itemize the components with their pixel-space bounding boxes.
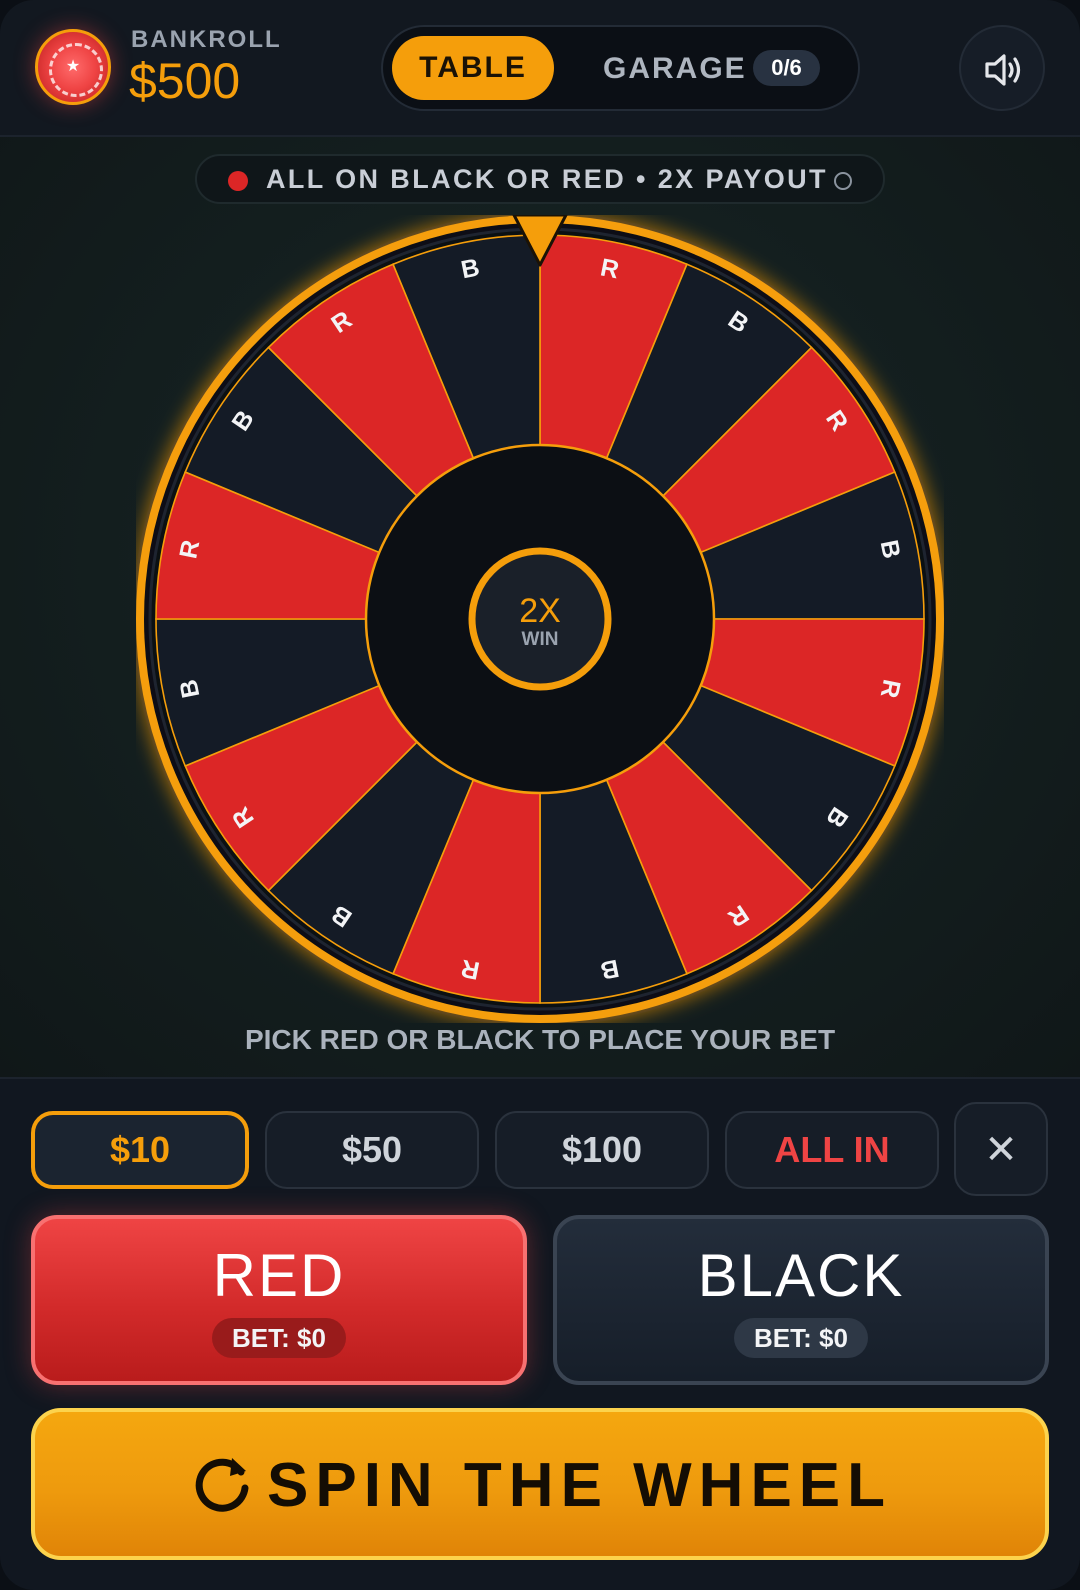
roulette-wheel: RBRBRBRBRBRBRBRB 2X WIN bbox=[136, 213, 944, 1023]
refresh-icon bbox=[195, 1458, 249, 1512]
bet-instruction: PICK RED OR BLACK TO PLACE YOUR BET bbox=[244, 1024, 836, 1055]
spin-wheel-button[interactable]: SPIN THE WHEEL bbox=[31, 1408, 1049, 1560]
center-win-label: WIN bbox=[522, 629, 559, 650]
bet-black-label: BLACK bbox=[697, 1242, 905, 1309]
garage-count-badge: 0/6 bbox=[753, 50, 820, 86]
speaker-icon bbox=[985, 54, 1021, 86]
view-switcher: TABLE GARAGE 0/6 bbox=[381, 25, 860, 111]
tab-garage[interactable]: GARAGE bbox=[603, 52, 747, 86]
bankroll-value: $500 bbox=[129, 53, 241, 109]
tab-table[interactable]: TABLE bbox=[392, 36, 554, 100]
amount-10-button[interactable]: $10 bbox=[31, 1111, 249, 1189]
sound-toggle-button[interactable] bbox=[959, 25, 1045, 111]
casino-chip-icon: ★ bbox=[35, 29, 111, 105]
all-in-button[interactable]: ALL IN bbox=[725, 1111, 939, 1189]
bet-red-label: RED bbox=[212, 1242, 346, 1309]
app-root: ★ BANKROLL $500 TABLE GARAGE 0/6 ALL ON … bbox=[0, 0, 1080, 1590]
wheel-graphic: RBRBRBRBRBRBRBRB 2X WIN bbox=[136, 213, 944, 1023]
black-ring-icon bbox=[834, 172, 852, 190]
bet-controls: $10 $50 $100 ALL IN ✕ RED BET: $0 BLACK … bbox=[0, 1077, 1080, 1590]
spin-wheel-label: SPIN THE WHEEL bbox=[267, 1451, 893, 1520]
bet-red-button[interactable]: RED BET: $0 bbox=[31, 1215, 527, 1385]
top-bar: ★ BANKROLL $500 TABLE GARAGE 0/6 bbox=[0, 0, 1080, 137]
payout-banner: ALL ON BLACK OR RED • 2X PAYOUT bbox=[195, 154, 885, 204]
bet-black-button[interactable]: BLACK BET: $0 bbox=[553, 1215, 1049, 1385]
bet-red-amount: BET: $0 bbox=[212, 1318, 346, 1358]
amount-50-button[interactable]: $50 bbox=[265, 1111, 479, 1189]
red-dot-icon bbox=[228, 171, 248, 191]
center-multiplier: 2X bbox=[519, 592, 561, 630]
table-area: ALL ON BLACK OR RED • 2X PAYOUT RBRBRBRB… bbox=[0, 137, 1080, 1077]
bankroll-label: BANKROLL bbox=[131, 26, 282, 53]
close-icon: ✕ bbox=[984, 1128, 1018, 1172]
payout-banner-text: ALL ON BLACK OR RED • 2X PAYOUT bbox=[266, 164, 828, 194]
clear-bet-button[interactable]: ✕ bbox=[954, 1102, 1048, 1196]
amount-100-button[interactable]: $100 bbox=[495, 1111, 709, 1189]
bet-black-amount: BET: $0 bbox=[734, 1318, 868, 1358]
